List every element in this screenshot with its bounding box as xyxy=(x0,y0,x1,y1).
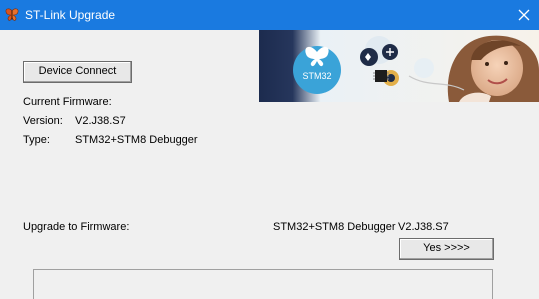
upgrade-version-value: V2.J38.S7 xyxy=(398,221,449,233)
yes-button[interactable]: Yes >>>> xyxy=(399,238,494,260)
type-value: STM32+STM8 Debugger xyxy=(75,134,198,146)
butterfly-icon xyxy=(5,8,19,21)
type-label: Type: xyxy=(23,134,50,146)
window-title: ST-Link Upgrade xyxy=(25,8,116,22)
title-bar[interactable]: ST-Link Upgrade xyxy=(0,0,539,30)
version-value: V2.J38.S7 xyxy=(75,115,126,127)
stm32-banner-image: STM32 xyxy=(259,30,539,102)
st-link-upgrade-window: ST-Link Upgrade STM32 Device Connect Cur… xyxy=(0,0,539,299)
status-log-box xyxy=(33,269,493,299)
version-label: Version: xyxy=(23,115,63,127)
svg-text:STM32: STM32 xyxy=(302,71,331,81)
upgrade-type-value: STM32+STM8 Debugger xyxy=(273,221,396,233)
upgrade-to-firmware-label: Upgrade to Firmware: xyxy=(23,221,130,233)
close-icon xyxy=(518,9,530,21)
close-button[interactable] xyxy=(509,0,539,30)
current-firmware-label: Current Firmware: xyxy=(23,96,112,108)
device-connect-button[interactable]: Device Connect xyxy=(23,61,132,83)
